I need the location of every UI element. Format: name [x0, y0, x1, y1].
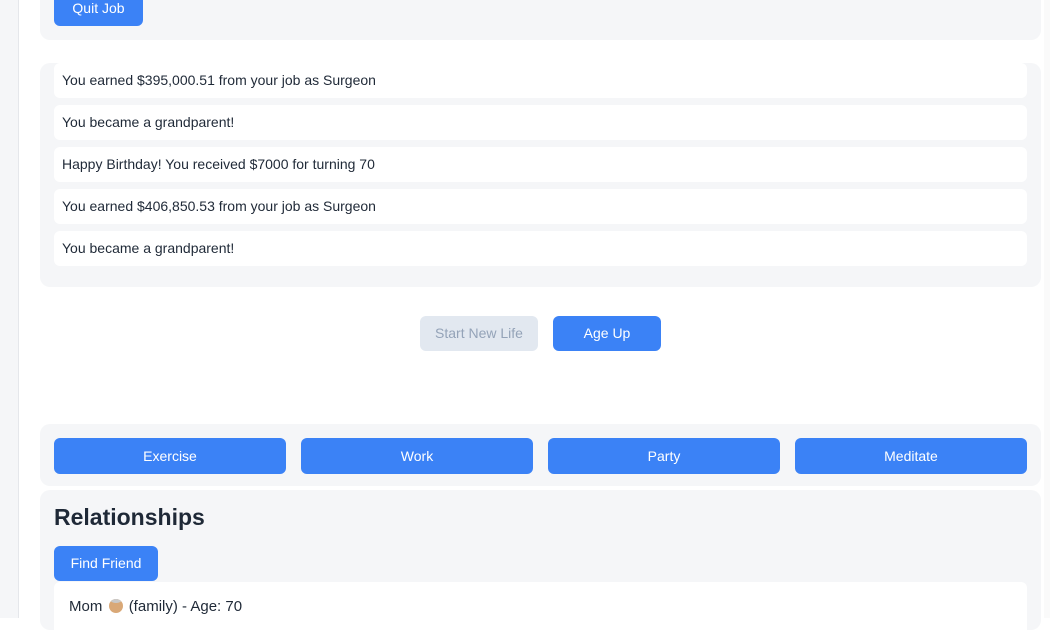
log-entry: You became a grandparent! [54, 231, 1027, 266]
relationships-title: Relationships [54, 504, 205, 530]
work-button[interactable]: Work [301, 438, 533, 474]
log-entry: You earned $395,000.51 from your job as … [54, 63, 1027, 98]
log-entry: You earned $406,850.53 from your job as … [54, 189, 1027, 224]
left-sidebar-edge [0, 0, 19, 618]
start-new-life-button[interactable]: Start New Life [420, 316, 538, 351]
relationship-name: Mom [69, 598, 103, 615]
find-friend-button[interactable]: Find Friend [54, 546, 158, 581]
log-entry: Happy Birthday! You received $7000 for t… [54, 147, 1027, 182]
age-up-button[interactable]: Age Up [553, 316, 661, 351]
relationship-details: (family) - Age: 70 [128, 598, 243, 615]
party-button[interactable]: Party [548, 438, 780, 474]
relationship-label: Mom (family) - Age: 70 [69, 598, 242, 615]
event-log-panel: You earned $395,000.51 from your job as … [40, 63, 1041, 287]
exercise-button[interactable]: Exercise [54, 438, 286, 474]
right-scroll-edge [1044, 0, 1050, 618]
relationships-panel: Relationships Find Friend Mom (family) -… [40, 490, 1041, 642]
meditate-button[interactable]: Meditate [795, 438, 1027, 474]
log-entry: You became a grandparent! [54, 105, 1027, 140]
older-woman-emoji-icon [108, 599, 123, 613]
activities-panel: Exercise Work Party Meditate [40, 424, 1041, 486]
job-panel: Quit Job [40, 0, 1041, 40]
relationship-card[interactable]: Mom (family) - Age: 70 [54, 582, 1027, 642]
quit-job-button[interactable]: Quit Job [54, 0, 143, 26]
